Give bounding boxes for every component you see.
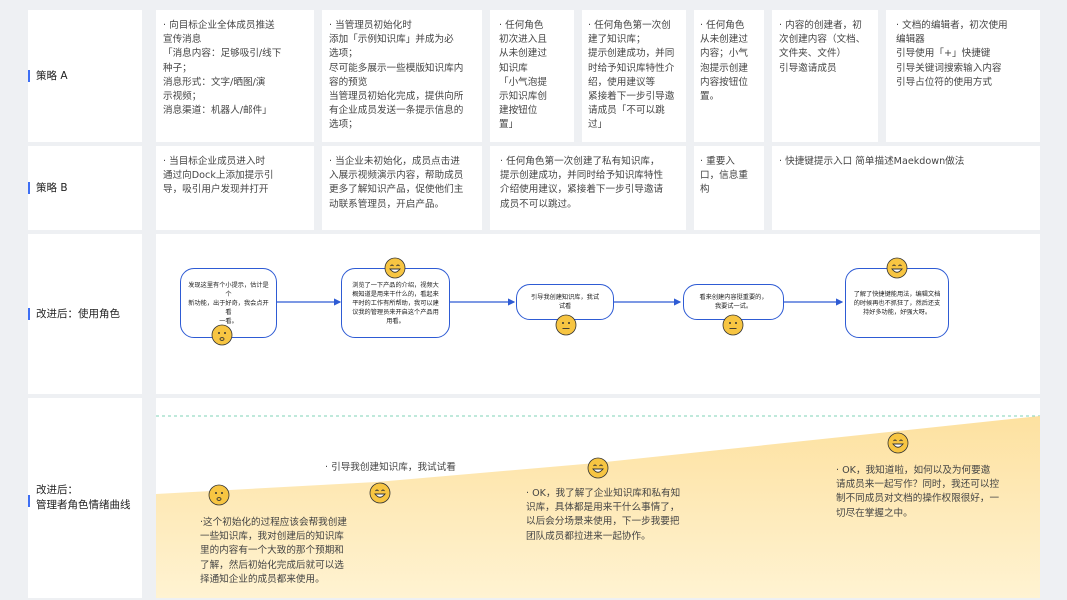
grinning-face-icon (886, 257, 908, 279)
neutral-face-icon (211, 324, 233, 346)
neutral-face-icon (555, 314, 577, 336)
neutral-face-icon (722, 314, 744, 336)
neutral-face-icon (208, 484, 230, 506)
grinning-face-icon (369, 482, 391, 504)
mood-note: · OK，我了解了企业知识库和私有知 识库，具体都是用来干什么事情了， 以后会分… (526, 488, 681, 542)
mood-note: ·这个初始化的过程应该会帮我创建 一些知识库，我对创建后的知识库 里的内容有一个… (200, 517, 347, 585)
mood-note: · 引导我创建知识库，我试试看 (325, 462, 456, 473)
grinning-face-icon (587, 457, 609, 479)
grinning-face-icon (384, 257, 406, 279)
mood-note: · OK，我知道啦，如何以及为何要邀 请成员来一起写作？同时，我还可以控 制不同… (836, 465, 1000, 519)
grinning-face-icon (887, 432, 909, 454)
